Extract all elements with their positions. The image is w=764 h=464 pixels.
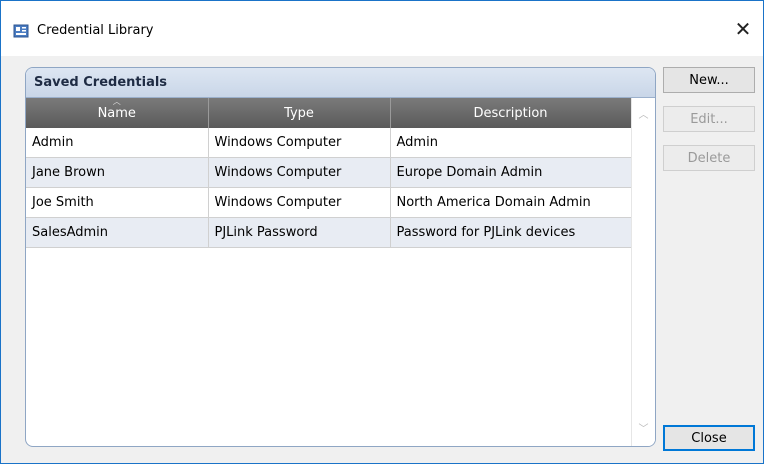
cell-description: Admin [390,128,632,158]
credential-library-window: Credential Library ✕ Saved Credentials ︿… [0,0,764,464]
sort-ascending-icon: ︿ [112,97,121,106]
cell-type: Windows Computer [208,128,391,158]
saved-credentials-group: Saved Credentials ︿ Name Type Descriptio… [25,67,656,447]
column-header-description[interactable]: Description [390,98,632,128]
cell-type: PJLink Password [208,217,391,248]
window-title: Credential Library [37,23,154,38]
credentials-table-container: ︿ Name Type Description Admin Windows Co… [26,97,655,446]
column-header-label: Name [97,105,136,121]
cell-name: Joe Smith [26,187,209,218]
title-bar: Credential Library ✕ [1,1,763,56]
new-button[interactable]: New... [663,67,755,93]
cell-name: SalesAdmin [26,217,209,248]
credentials-table: ︿ Name Type Description Admin Windows Co… [26,97,632,248]
close-icon[interactable]: ✕ [723,11,763,47]
table-row[interactable]: Jane Brown Windows Computer Europe Domai… [26,157,632,188]
cell-type: Windows Computer [208,157,391,188]
scroll-down-icon[interactable]: ﹀ [632,420,655,438]
table-header-row: ︿ Name Type Description [26,97,632,128]
scroll-up-icon[interactable]: ︿ [632,106,655,124]
vertical-scrollbar[interactable]: ︿ ﹀ [631,98,655,446]
edit-button[interactable]: Edit... [663,106,755,132]
cell-type: Windows Computer [208,187,391,218]
table-row[interactable]: SalesAdmin PJLink Password Password for … [26,217,632,248]
group-title: Saved Credentials [26,68,655,98]
credential-library-icon [13,23,29,39]
table-row[interactable]: Joe Smith Windows Computer North America… [26,187,632,218]
column-header-name[interactable]: ︿ Name [26,97,209,128]
cell-name: Jane Brown [26,157,209,188]
cell-description: North America Domain Admin [390,187,632,218]
close-button[interactable]: Close [663,425,755,451]
cell-description: Password for PJLink devices [390,217,632,248]
cell-description: Europe Domain Admin [390,157,632,188]
column-header-label: Type [284,105,314,121]
column-header-label: Description [473,105,548,121]
cell-name: Admin [26,128,209,158]
delete-button[interactable]: Delete [663,145,755,171]
table-row[interactable]: Admin Windows Computer Admin [26,128,632,158]
column-header-type[interactable]: Type [208,98,391,128]
